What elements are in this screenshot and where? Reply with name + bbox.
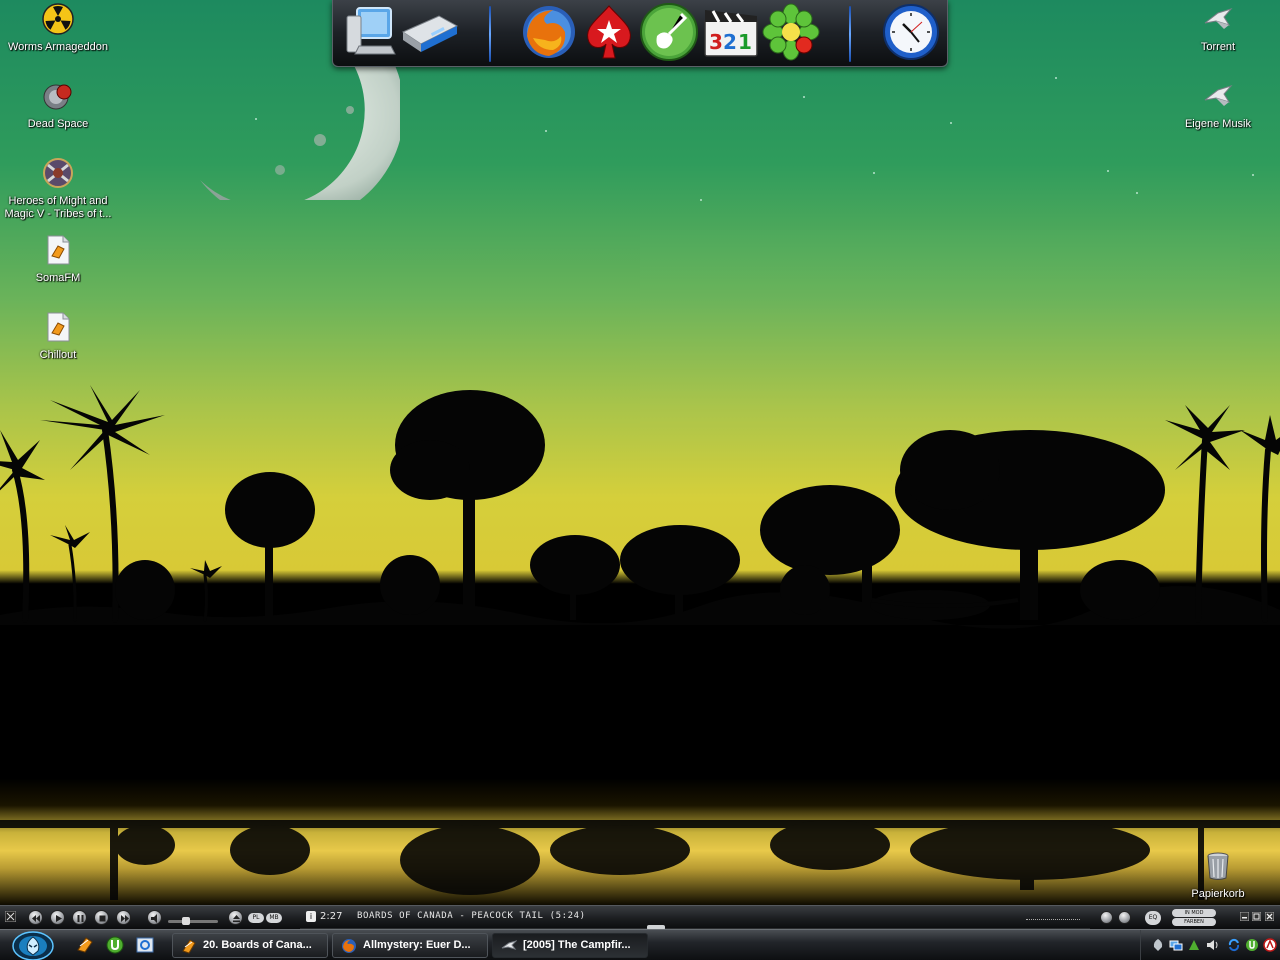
volume-slider-knob[interactable]	[182, 917, 190, 925]
sync-tray-icon[interactable]	[1227, 938, 1241, 952]
game-orb-icon	[43, 84, 72, 110]
desktop-icon-label: SomaFM	[35, 272, 81, 284]
playlist-file-icon	[47, 312, 70, 342]
shuffle-button[interactable]	[1100, 911, 1113, 924]
radiation-icon	[42, 3, 74, 35]
mode-toggle-bottom[interactable]: FARBEN	[1172, 918, 1216, 926]
system-tray	[1140, 930, 1280, 960]
pause-icon	[77, 915, 84, 922]
desktop-icon-worms-armageddon[interactable]: Worms Armageddon	[0, 3, 116, 54]
svg-text:3: 3	[709, 30, 723, 54]
network-tray-icon[interactable]	[1169, 938, 1183, 952]
eject-button[interactable]	[228, 910, 243, 925]
desktop-icon-label: Papierkorb	[1191, 888, 1245, 900]
menu-icon[interactable]	[5, 911, 16, 922]
desktop-icon-dead-space[interactable]: Dead Space	[0, 80, 116, 131]
taskbar-button-label: 20. Boards of Cana...	[203, 939, 312, 951]
play-icon	[56, 915, 62, 922]
guitar-icon[interactable]	[639, 2, 699, 62]
now-playing-title: BOARDS OF CANADA - PEACOCK TAIL (5:24)	[357, 911, 586, 921]
taskbar-button-folder[interactable]: [2005] The Campfir...	[492, 933, 648, 958]
folder-shortcut-icon	[501, 940, 517, 950]
elapsed-time: 2:27	[320, 911, 343, 922]
visualizer	[1026, 916, 1080, 920]
clock-icon[interactable]	[881, 2, 941, 62]
media-library-toggle-button[interactable]: MB	[266, 913, 282, 923]
wallpaper-tree-silhouettes	[0, 385, 1280, 900]
utorrent-tray-icon[interactable]	[1245, 938, 1259, 952]
stop-icon	[99, 915, 106, 922]
winamp-icon	[182, 939, 196, 954]
alienware-tray-icon[interactable]	[1151, 938, 1165, 952]
folder-shortcut-icon	[1204, 85, 1233, 106]
speaker-tray-icon[interactable]	[1205, 938, 1219, 952]
repeat-button[interactable]	[1118, 911, 1131, 924]
folder-shortcut-icon	[1204, 8, 1233, 29]
application-dock: 3 2 1	[332, 0, 948, 67]
stop-button[interactable]	[94, 910, 109, 925]
desktop-icon-heroes-of-might-and-magic[interactable]: Heroes of Might and Magic V - Tribes of …	[0, 157, 116, 221]
desktop-icon-label: Eigene Musik	[1184, 118, 1252, 130]
play-button[interactable]	[50, 910, 65, 925]
desktop-icon-label: Worms Armageddon	[7, 41, 109, 53]
playlist-file-icon	[47, 235, 70, 265]
desktop-icon-eigene-musik[interactable]: Eigene Musik	[1160, 80, 1276, 131]
taskbar: 20. Boards of Cana... Allmystery: Euer D…	[0, 929, 1280, 960]
svg-text:2: 2	[723, 30, 737, 54]
svg-text:1: 1	[738, 30, 752, 54]
start-button[interactable]	[12, 931, 54, 960]
minimize-icon[interactable]	[1240, 912, 1249, 921]
security-tray-icon[interactable]	[1187, 938, 1201, 952]
close-icon[interactable]	[1265, 912, 1274, 921]
desktop-icon-torrent[interactable]: Torrent	[1160, 3, 1276, 54]
dock-separator	[489, 6, 491, 62]
speaker-icon	[151, 914, 157, 923]
taskbar-button-label: [2005] The Campfir...	[523, 939, 631, 951]
desktop-icon-somafm[interactable]: SomaFM	[0, 234, 116, 285]
recycle-bin-icon	[1207, 852, 1229, 880]
shade-mode-icon[interactable]	[1252, 912, 1261, 921]
firefox-icon	[342, 939, 356, 953]
desktop-icon-chillout[interactable]: Chillout	[0, 311, 116, 362]
desktop-wallpaper	[0, 0, 1280, 905]
taskbar-button-label: Allmystery: Euer D...	[363, 939, 471, 951]
antivirus-tray-icon[interactable]	[1263, 938, 1277, 952]
previous-icon	[32, 915, 40, 922]
drive-icon[interactable]	[399, 2, 459, 62]
heroes-emblem-icon	[43, 158, 73, 188]
desktop-icon-label: Torrent	[1200, 41, 1236, 53]
icq-flower-icon[interactable]	[761, 2, 821, 62]
playlist-toggle-button[interactable]: PL	[248, 913, 264, 923]
media-player-bar: PL MB i 2:27 BOARDS OF CANADA - PEACOCK …	[0, 905, 1280, 930]
desktop-icon-label: Dead Space	[27, 118, 89, 130]
my-computer-icon[interactable]	[341, 2, 401, 62]
eject-icon	[233, 915, 240, 922]
previous-track-button[interactable]	[28, 910, 43, 925]
desktop-icon-label: Heroes of Might and Magic V - Tribes of …	[4, 195, 112, 220]
pokerstars-icon[interactable]	[579, 2, 639, 62]
volume-slider-track[interactable]	[168, 920, 218, 923]
pause-button[interactable]	[72, 910, 87, 925]
dock-separator	[849, 6, 851, 62]
volume-button[interactable]	[147, 910, 162, 925]
next-icon	[121, 915, 129, 922]
media-player-classic-icon[interactable]: 3 2 1	[701, 2, 761, 62]
firefox-icon[interactable]	[519, 2, 579, 62]
taskbar-button-firefox[interactable]: Allmystery: Euer D...	[332, 933, 488, 958]
equalizer-toggle-button[interactable]: EQ	[1145, 911, 1161, 925]
desktop-icon-label: Chillout	[39, 349, 77, 361]
info-icon[interactable]: i	[306, 911, 316, 922]
desktop-icon-papierkorb[interactable]: Papierkorb	[1160, 850, 1276, 901]
next-track-button[interactable]	[116, 910, 131, 925]
taskbar-button-winamp[interactable]: 20. Boards of Cana...	[172, 933, 328, 958]
browser-quicklaunch-icon[interactable]	[136, 936, 154, 954]
winamp-quicklaunch-icon[interactable]	[76, 936, 94, 954]
mode-toggle-top[interactable]: IN MOD	[1172, 909, 1216, 917]
utorrent-quicklaunch-icon[interactable]	[106, 936, 124, 954]
